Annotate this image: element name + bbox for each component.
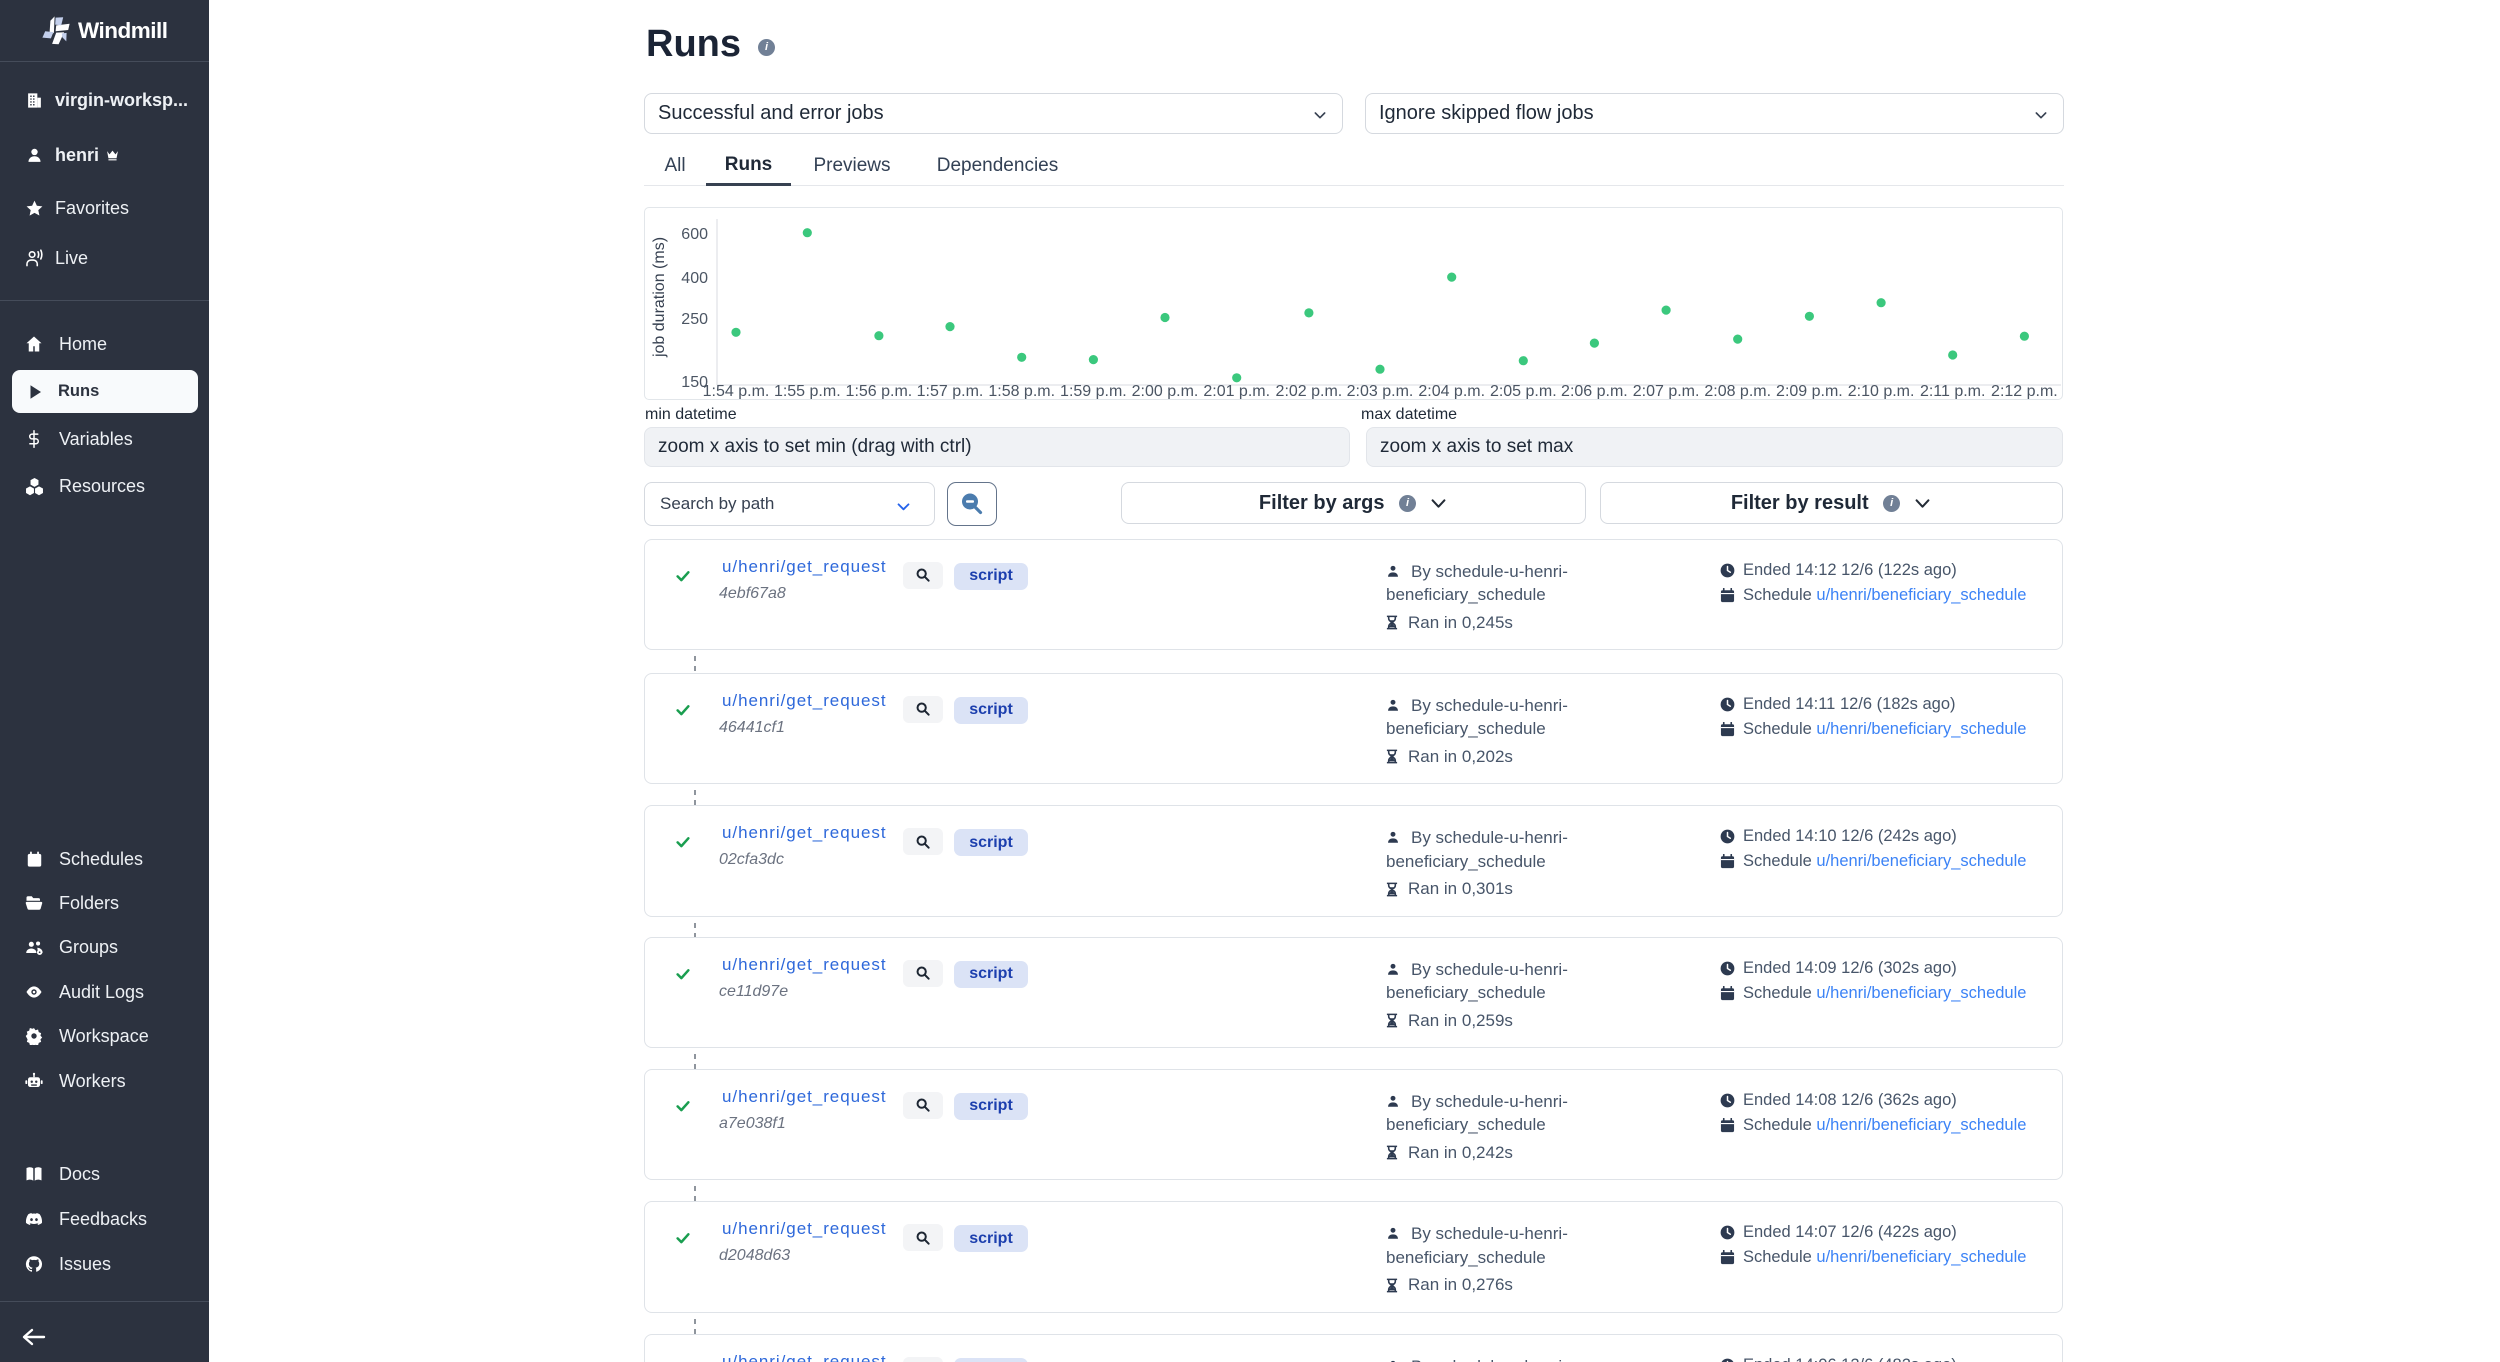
svg-text:1:54 p.m.: 1:54 p.m.	[703, 383, 770, 399]
svg-text:600: 600	[681, 226, 708, 243]
svg-text:2:00 p.m.: 2:00 p.m.	[1132, 383, 1199, 399]
svg-text:2:04 p.m.: 2:04 p.m.	[1418, 383, 1485, 399]
svg-text:2:06 p.m.: 2:06 p.m.	[1561, 383, 1628, 399]
svg-text:2:02 p.m.: 2:02 p.m.	[1276, 383, 1343, 399]
svg-text:1:56 p.m.: 1:56 p.m.	[846, 383, 913, 399]
svg-text:2:12 p.m.: 2:12 p.m.	[1991, 383, 2058, 399]
svg-text:2:10 p.m.: 2:10 p.m.	[1848, 383, 1915, 399]
svg-text:400: 400	[681, 270, 708, 287]
svg-text:job duration (ms): job duration (ms)	[651, 237, 668, 358]
svg-text:2:11 p.m.: 2:11 p.m.	[1920, 383, 1986, 399]
svg-text:2:01 p.m.: 2:01 p.m.	[1203, 383, 1270, 399]
svg-text:2:07 p.m.: 2:07 p.m.	[1633, 383, 1700, 399]
svg-text:1:55 p.m.: 1:55 p.m.	[774, 383, 841, 399]
svg-text:1:57 p.m.: 1:57 p.m.	[917, 383, 984, 399]
svg-text:1:58 p.m.: 1:58 p.m.	[988, 383, 1055, 399]
svg-text:2:03 p.m.: 2:03 p.m.	[1347, 383, 1414, 399]
svg-text:2:08 p.m.: 2:08 p.m.	[1704, 383, 1771, 399]
svg-text:250: 250	[681, 311, 708, 328]
svg-text:2:09 p.m.: 2:09 p.m.	[1776, 383, 1843, 399]
svg-text:2:05 p.m.: 2:05 p.m.	[1490, 383, 1557, 399]
svg-text:1:59 p.m.: 1:59 p.m.	[1060, 383, 1127, 399]
